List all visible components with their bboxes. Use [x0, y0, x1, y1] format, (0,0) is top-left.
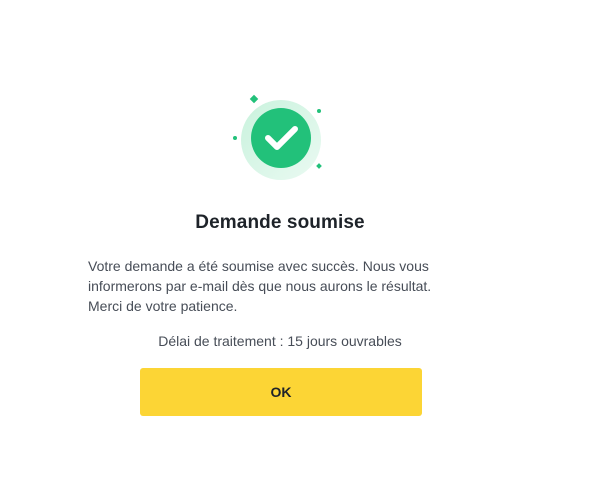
- success-check-icon: [224, 90, 336, 186]
- ok-button[interactable]: OK: [140, 368, 422, 416]
- dialog-message: Votre demande a été soumise avec succès.…: [88, 258, 432, 314]
- dialog-title: Demande soumise: [195, 212, 365, 233]
- submission-dialog: Demande soumise Votre demande a été soum…: [0, 0, 590, 486]
- processing-delay-text: Délai de traitement : 15 jours ouvrables: [158, 333, 402, 349]
